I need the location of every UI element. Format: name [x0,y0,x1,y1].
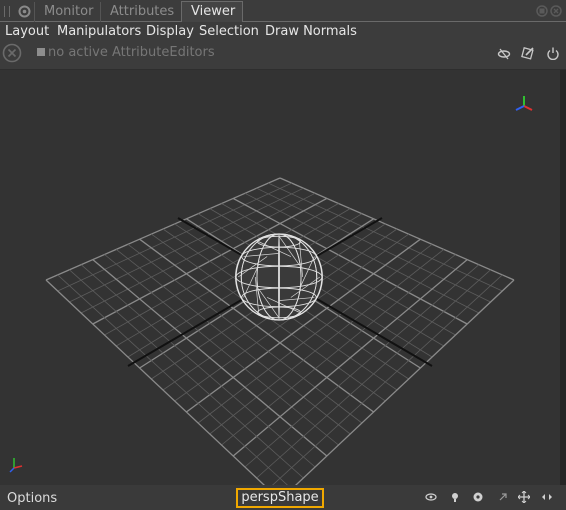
restore-icon[interactable] [536,5,548,17]
move-icon[interactable] [518,491,530,503]
viewport-edge [560,70,566,485]
view-axis-gizmo [515,96,533,111]
edit-icon[interactable] [521,46,535,60]
status-square-icon [37,48,45,56]
tab-monitor[interactable]: Monitor [34,2,110,22]
menu-bar: Layout Manipulators Display Selection Dr… [0,22,566,41]
menu-draw-normals[interactable]: Draw Normals [265,23,357,40]
visibility-toggle-icon[interactable] [497,46,511,60]
menu-manipulators[interactable]: Manipulators [57,23,141,40]
viewer-bottom-bar: Options perspShape [0,485,566,510]
3d-viewport[interactable] [0,70,560,501]
gear-icon[interactable] [17,4,32,19]
close-icon[interactable] [550,5,562,17]
attribute-editor-bar: no active AttributeEditors [0,41,566,70]
tab-bar: Monitor Attributes Viewer [0,0,566,23]
ground-grid [45,177,515,501]
arrow-icon[interactable] [497,491,509,503]
menu-selection[interactable]: Selection [199,23,259,40]
menu-layout[interactable]: Layout [5,23,49,40]
expand-icon[interactable] [541,491,553,503]
options-button[interactable]: Options [7,490,57,507]
menu-display[interactable]: Display [146,23,194,40]
attribute-editor-status: no active AttributeEditors [48,45,215,60]
eye-icon[interactable] [425,491,437,503]
sphere-wireframe[interactable] [235,233,323,321]
scene-canvas[interactable] [0,70,560,501]
settings-icon[interactable] [472,491,484,503]
power-icon[interactable] [546,46,560,60]
camera-selector[interactable]: perspShape [236,488,324,508]
close-circle-icon[interactable] [2,43,22,63]
tab-viewer[interactable]: Viewer [181,1,243,23]
tab-attributes[interactable]: Attributes [100,2,188,22]
drag-handle-icon[interactable] [4,6,10,17]
world-axis-gizmo [9,458,23,473]
bulb-icon[interactable] [449,491,461,503]
